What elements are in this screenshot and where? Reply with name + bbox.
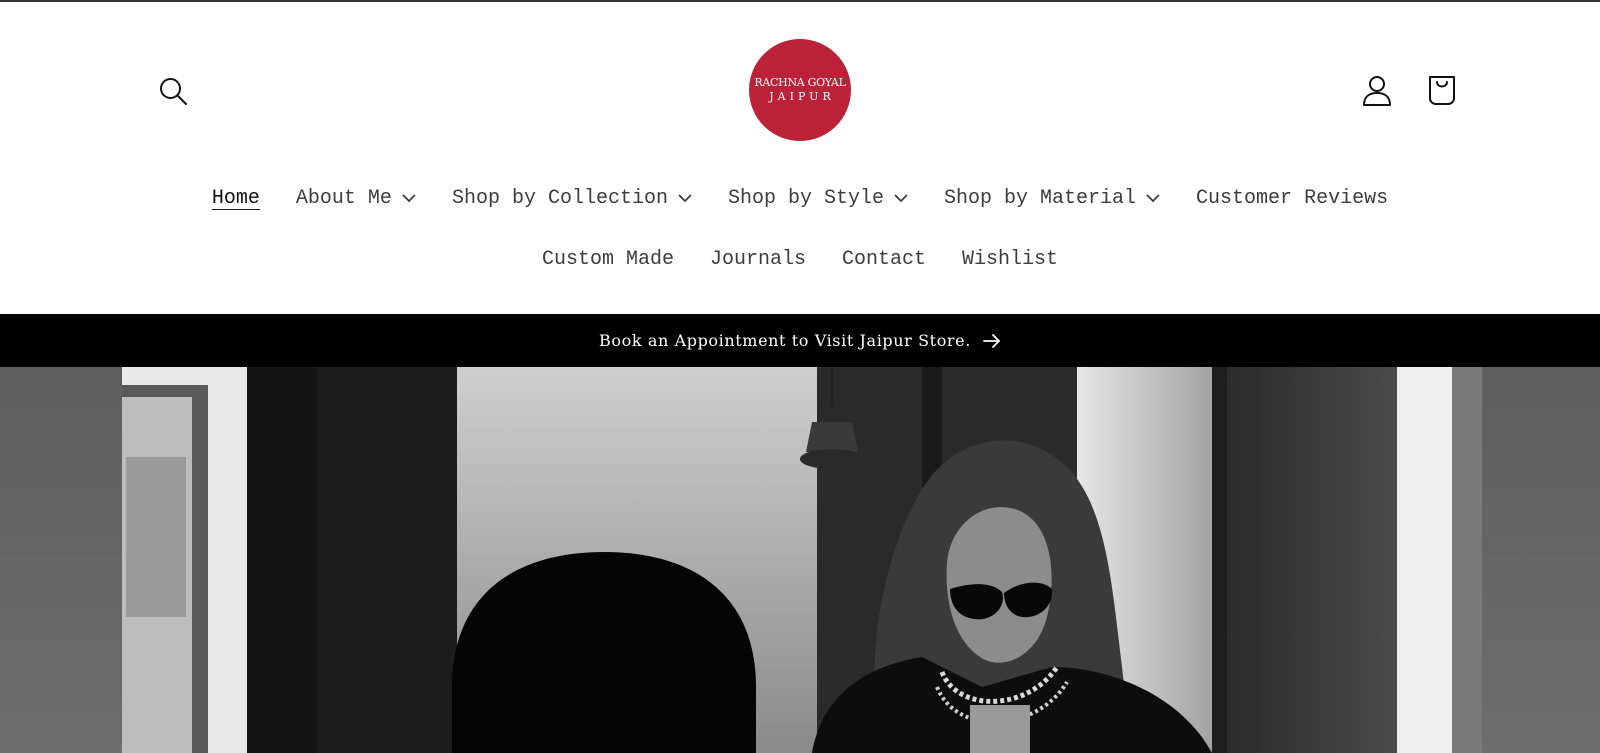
nav-label-shop-by-collection: Shop by Collection [451, 186, 668, 210]
nav-label-journals: Journals [709, 247, 806, 271]
nav-item-custom-made[interactable]: Custom Made [524, 248, 692, 271]
nav-label-contact: Contact [842, 247, 927, 271]
chevron-down-icon [678, 193, 692, 203]
nav-label-wishlist: Wishlist [962, 247, 1059, 271]
nav-item-customer-reviews[interactable]: Customer Reviews [1178, 187, 1406, 210]
announcement-text: Book an Appointment to Visit Jaipur Stor… [599, 331, 971, 350]
nav-item-wishlist[interactable]: Wishlist [944, 248, 1076, 271]
nav-item-shop-by-material[interactable]: Shop by Material [926, 187, 1178, 210]
nav-label-shop-by-style: Shop by Style [727, 186, 885, 210]
main-nav-row-2: Custom Made Journals Contact Wishlist [0, 241, 1600, 277]
search-icon [160, 78, 187, 105]
announcement-bar[interactable]: Book an Appointment to Visit Jaipur Stor… [0, 314, 1600, 367]
cart-button[interactable] [1420, 68, 1464, 112]
nav-label-shop-by-material: Shop by Material [944, 186, 1137, 210]
site-header: RACHNA GOYAL JAIPUR Home About Me Shop b… [0, 2, 1600, 314]
chevron-down-icon [894, 193, 908, 203]
chevron-down-icon [1146, 193, 1160, 203]
nav-label-home: Home [211, 186, 260, 210]
nav-item-contact[interactable]: Contact [824, 248, 944, 271]
hero-banner [0, 367, 1600, 753]
nav-label-about-me: About Me [295, 186, 392, 210]
nav-item-home[interactable]: Home [194, 187, 278, 210]
user-icon [1363, 76, 1391, 106]
account-button[interactable] [1355, 69, 1399, 113]
shopping-bag-icon [1429, 76, 1455, 105]
logo-text-line1: RACHNA GOYAL [754, 76, 846, 89]
brand-logo[interactable]: RACHNA GOYAL JAIPUR [749, 39, 851, 141]
hero-image [122, 367, 1482, 753]
hero-photo-illustration [122, 367, 1482, 753]
arrow-right-icon [983, 333, 1001, 349]
nav-item-journals[interactable]: Journals [692, 248, 824, 271]
search-button[interactable] [151, 69, 195, 113]
nav-label-custom-made: Custom Made [541, 247, 674, 271]
nav-item-shop-by-collection[interactable]: Shop by Collection [434, 187, 710, 210]
nav-label-customer-reviews: Customer Reviews [1196, 186, 1389, 210]
nav-item-about-me[interactable]: About Me [278, 187, 434, 210]
chevron-down-icon [402, 193, 416, 203]
nav-item-shop-by-style[interactable]: Shop by Style [710, 187, 926, 210]
main-nav-row-1: Home About Me Shop by Collection Shop by… [0, 180, 1600, 216]
logo-text-line2: JAIPUR [769, 90, 835, 103]
